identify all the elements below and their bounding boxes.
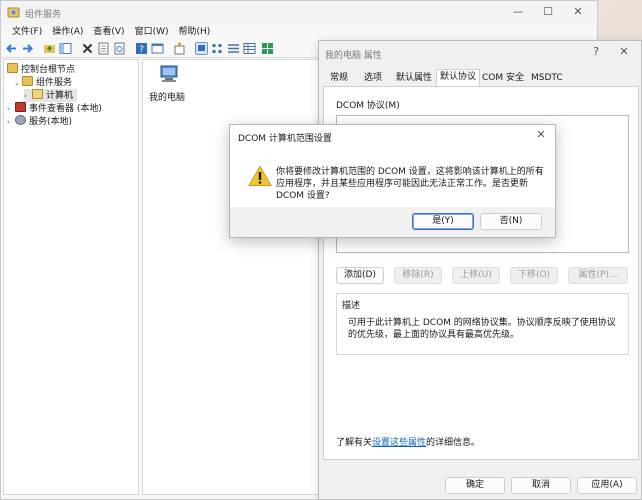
forward-arrow-icon[interactable] bbox=[21, 42, 34, 55]
menu-bar: 文件(F) 操作(A) 查看(V) 窗口(W) 帮助(H) bbox=[1, 25, 597, 40]
minimize-button[interactable]: — bbox=[503, 1, 533, 23]
tab-default-properties[interactable]: 默认属性 bbox=[393, 71, 435, 85]
close-button[interactable]: ✕ bbox=[611, 41, 637, 63]
my-computer-label: 我的电脑 bbox=[149, 93, 186, 103]
services-gear-icon bbox=[15, 115, 26, 125]
folder-icon bbox=[32, 89, 43, 99]
move-down-button[interactable]: 下移(O) bbox=[510, 267, 558, 284]
ok-button[interactable]: 确定 bbox=[445, 477, 505, 494]
console-tree: 控制台根节点 ⌄ 组件服务 › 计算机 › 事件查看器 (本地) › 服务(本地) bbox=[3, 59, 139, 495]
component-services-icon bbox=[22, 76, 33, 86]
menu-action[interactable]: 操作(A) bbox=[47, 25, 88, 40]
maximize-button[interactable]: ☐ bbox=[533, 1, 563, 23]
chevron-down-icon[interactable]: ⌄ bbox=[14, 77, 22, 90]
title-bar[interactable]: 组件服务 — ☐ ✕ bbox=[1, 1, 597, 25]
my-computer-properties-dialog: 我的电脑 属性 ? ✕ 常规 选项 默认属性 默认协议 COM 安全 MSDTC… bbox=[318, 40, 642, 500]
learn-more-text: 了解有关设置这些属性的详细信息。 bbox=[336, 438, 481, 448]
menu-help[interactable]: 帮助(H) bbox=[174, 25, 216, 40]
menu-file[interactable]: 文件(F) bbox=[7, 25, 47, 40]
properties-sheet-icon[interactable] bbox=[97, 42, 110, 55]
alert-title: DCOM 计算机范围设置 bbox=[238, 134, 332, 144]
warning-icon bbox=[248, 165, 272, 186]
alert-message: 你将要修改计算机范围的 DCOM 设置，这将影响该计算机上的所有应用程序，并且某… bbox=[276, 167, 544, 201]
move-up-button[interactable]: 上移(U) bbox=[452, 267, 500, 284]
tree-item-computers[interactable]: › 计算机 bbox=[24, 89, 78, 102]
tab-default-protocols[interactable]: 默认协议 bbox=[436, 69, 481, 86]
list-view-icon[interactable] bbox=[227, 42, 240, 55]
delete-icon[interactable] bbox=[81, 42, 94, 55]
window-title: 组件服务 bbox=[25, 10, 62, 20]
folder-icon bbox=[7, 63, 18, 73]
remove-button[interactable]: 移除(R) bbox=[394, 267, 442, 284]
svg-text:?: ? bbox=[139, 45, 144, 55]
dcom-confirm-dialog: DCOM 计算机范围设置 ✕ 你将要修改计算机范围的 DCOM 设置，这将影响该… bbox=[229, 124, 556, 238]
tree-item-component-services[interactable]: ⌄ 组件服务 bbox=[14, 76, 72, 89]
new-item-icon[interactable] bbox=[173, 42, 186, 55]
tab-msdtc[interactable]: MSDTC bbox=[528, 71, 566, 85]
menu-window[interactable]: 窗口(W) bbox=[130, 25, 174, 40]
large-icons-view-icon[interactable] bbox=[195, 42, 208, 55]
tab-options[interactable]: 选项 bbox=[361, 71, 385, 85]
tree-item-services[interactable]: › 服务(本地) bbox=[7, 115, 72, 128]
close-button[interactable]: ✕ bbox=[528, 125, 554, 145]
console-window-icon[interactable] bbox=[151, 42, 164, 55]
menu-view[interactable]: 查看(V) bbox=[88, 25, 129, 40]
add-button[interactable]: 添加(D) bbox=[336, 267, 384, 284]
up-folder-icon[interactable] bbox=[43, 42, 56, 55]
computer-icon bbox=[160, 65, 178, 82]
help-button[interactable]: ? bbox=[583, 41, 609, 63]
detail-view-icon[interactable] bbox=[243, 42, 256, 55]
chevron-right-icon[interactable]: › bbox=[7, 116, 15, 129]
no-button[interactable]: 否(N) bbox=[480, 213, 542, 230]
component-services-icon bbox=[7, 7, 20, 18]
cancel-button[interactable]: 取消 bbox=[511, 477, 571, 494]
tab-com-security[interactable]: COM 安全 bbox=[479, 71, 527, 85]
protocol-properties-button[interactable]: 属性(P)... bbox=[568, 267, 628, 284]
small-icons-view-icon[interactable] bbox=[211, 42, 224, 55]
help-icon[interactable]: ? bbox=[135, 42, 148, 55]
tree-item-event-viewer[interactable]: › 事件查看器 (本地) bbox=[7, 102, 102, 115]
refresh-icon[interactable] bbox=[113, 42, 126, 55]
yes-button[interactable]: 是(Y) bbox=[412, 213, 474, 230]
show-hide-tree-icon[interactable] bbox=[59, 42, 72, 55]
event-viewer-icon bbox=[15, 102, 26, 112]
learn-more-link[interactable]: 设置这些属性 bbox=[372, 438, 426, 448]
alert-footer: 是(Y) 否(N) bbox=[230, 207, 555, 237]
tree-item-console-root[interactable]: 控制台根节点 bbox=[7, 63, 75, 76]
dcom-protocols-label: DCOM 协议(M) bbox=[336, 101, 400, 111]
close-button[interactable]: ✕ bbox=[563, 1, 593, 23]
back-arrow-icon[interactable] bbox=[5, 42, 18, 55]
apply-button[interactable]: 应用(A) bbox=[577, 477, 637, 494]
dialog-title: 我的电脑 属性 bbox=[325, 51, 382, 61]
tab-general[interactable]: 常规 bbox=[327, 71, 351, 85]
description-label: 描述 bbox=[342, 301, 361, 311]
description-text: 可用于此计算机上 DCOM 的网络协议集。协议顺序反映了使用协议的优先级，最上面… bbox=[348, 318, 616, 340]
component-grid-icon[interactable] bbox=[261, 42, 274, 55]
